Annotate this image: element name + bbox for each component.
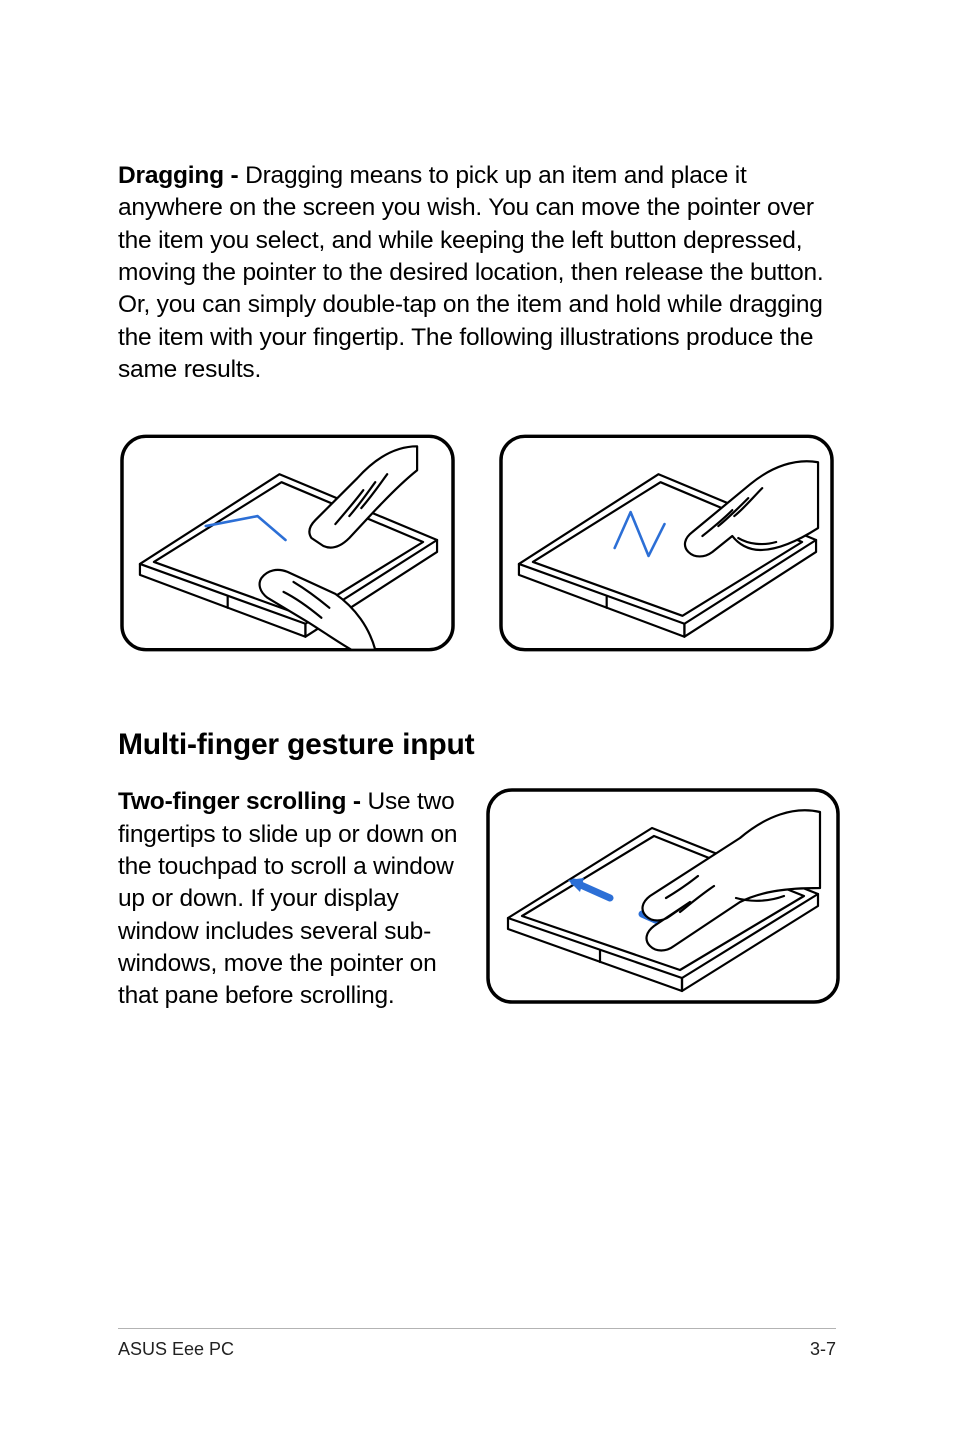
dragging-paragraph: Dragging - Dragging means to pick up an … — [118, 160, 836, 386]
drag-clickhold-illustration — [118, 432, 457, 654]
footer-left: ASUS Eee PC — [118, 1339, 234, 1360]
dragging-label: Dragging - — [118, 162, 245, 189]
footer-right: 3-7 — [810, 1339, 836, 1360]
two-finger-body: Use two fingertips to slide up or down o… — [118, 788, 457, 1009]
document-page: Dragging - Dragging means to pick up an … — [0, 0, 954, 1438]
dragging-illustrations-row — [118, 432, 836, 654]
page-footer: ASUS Eee PC 3-7 — [118, 1328, 836, 1360]
two-finger-label: Two-finger scrolling - — [118, 788, 367, 815]
two-finger-block: Two-finger scrolling - Use two fingertip… — [118, 786, 836, 1012]
drag-doubletap-illustration — [497, 432, 836, 654]
two-finger-illustration — [484, 786, 842, 1006]
multi-finger-heading: Multi-finger gesture input — [118, 728, 836, 762]
dragging-body: Dragging means to pick up an item and pl… — [118, 162, 824, 383]
two-finger-paragraph: Two-finger scrolling - Use two fingertip… — [118, 786, 466, 1012]
